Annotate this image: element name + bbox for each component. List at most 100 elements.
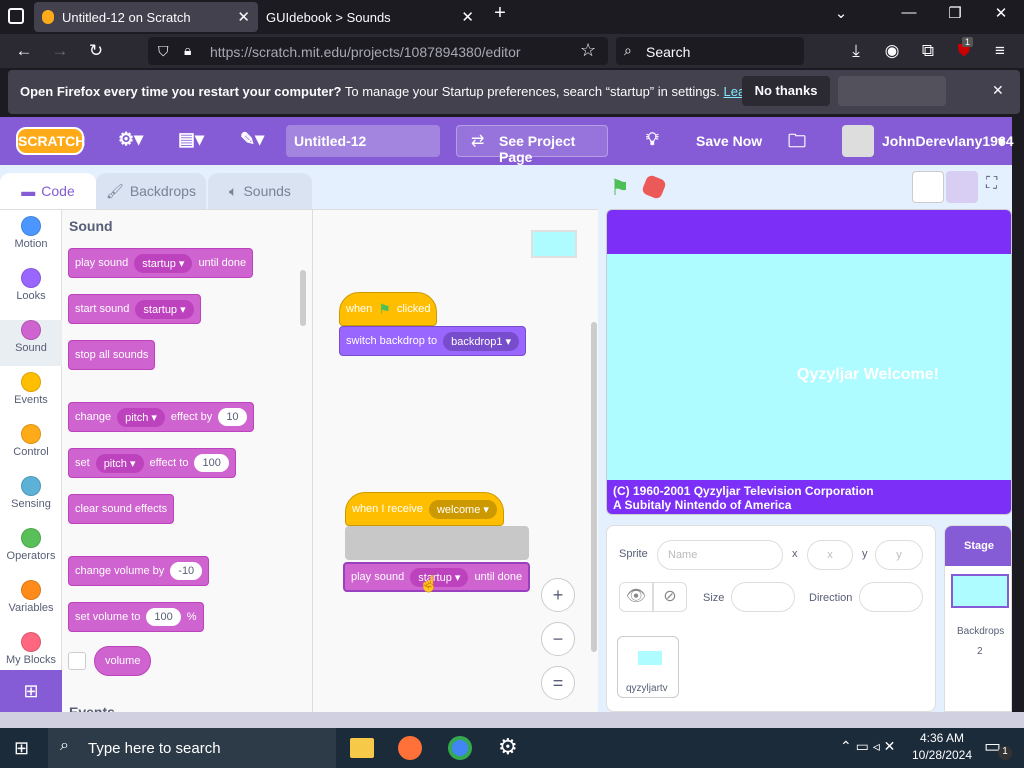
chrome-icon[interactable] [448,736,472,760]
y-input[interactable]: y [875,540,923,570]
palette-scrollbar[interactable] [300,270,306,326]
tab-sounds[interactable]: 🔈︎ Sounds [208,173,312,209]
forward-icon[interactable]: → [48,40,72,62]
file-explorer-icon[interactable] [350,738,374,758]
direction-input[interactable] [859,582,923,612]
set-effect-block[interactable]: set pitch ▾ effect to 100 [68,448,236,478]
change-effect-block[interactable]: change pitch ▾ effect by 10 [68,402,254,432]
system-tray-icons[interactable]: ⌃ ▭ ◃ ✕ [840,738,895,755]
close-tab-icon[interactable]: ✕ [237,8,250,26]
windows-start-icon[interactable]: ⊞ [14,738,29,759]
sprite-tile[interactable]: qyzyljartv [617,636,679,698]
category-variables[interactable]: Variables [0,580,62,626]
effect-dropdown[interactable]: pitch ▾ [117,407,165,427]
extensions-icon[interactable]: ⧉ [916,40,940,62]
effect-value-input[interactable]: 100 [194,454,229,472]
close-notification-icon[interactable]: ✕ [992,82,1004,99]
scratch-logo[interactable]: SCRATCH [16,127,85,155]
my-stuff-folder-icon[interactable]: 🗀︎ [788,129,806,159]
change-volume-block[interactable]: change volume by -10 [68,556,210,586]
category-events[interactable]: Events [0,372,62,418]
menu-icon[interactable]: ≡ [988,40,1012,62]
shield-icon[interactable]: ⛉ [158,43,169,60]
new-tab-icon[interactable]: + [485,2,515,25]
category-sound[interactable]: Sound [0,320,62,366]
small-stage-icon[interactable] [912,171,944,203]
no-thanks-button[interactable]: No thanks [742,76,830,106]
x-input[interactable]: x [807,540,853,570]
close-window-icon[interactable]: ✕ [986,4,1016,22]
file-menu-icon[interactable]: ▤▾ [178,129,204,150]
add-extension-button[interactable]: ⊞ [0,670,62,713]
tab-list-icon[interactable] [8,8,24,24]
settings-gear-icon[interactable]: ⚙ [498,734,518,760]
size-input[interactable] [731,582,795,612]
zoom-reset-button[interactable]: = [541,666,575,700]
clock-time[interactable]: 4:36 AM [914,731,970,745]
category-motion[interactable]: Motion [0,216,62,262]
search-bar[interactable]: ⌕ Search [616,37,804,65]
see-project-page-button[interactable]: ⇄ See Project Page [456,125,608,165]
project-title-input[interactable]: Untitled-12 [286,125,440,157]
tab-scratch[interactable]: Untitled-12 on Scratch ✕ [34,2,258,32]
edit-menu-icon[interactable]: ✎▾ [240,129,264,150]
minimize-icon[interactable]: — [894,4,924,21]
horizontal-scrollbar[interactable] [0,712,1024,728]
account-chevron-down-icon[interactable]: ▾ [998,133,1005,150]
lock-icon[interactable]: 🔒︎ [184,42,191,59]
set-volume-block[interactable]: set volume to 100% [68,602,204,632]
theme-bulb-icon[interactable]: 💡︎ [646,129,659,150]
effect-amount-input[interactable]: 10 [218,408,247,426]
downloads-icon[interactable]: ⤓ [844,40,868,62]
volume-value-input[interactable]: 100 [146,608,181,626]
volume-checkbox[interactable] [68,652,86,670]
firefox-icon[interactable] [398,736,422,760]
code-workspace[interactable]: when ⚑ clicked switch backdrop to backdrop1… [312,209,598,712]
show-sprite-eye-icon[interactable]: 👁︎ [619,582,653,612]
category-looks[interactable]: Looks [0,268,62,314]
backdrop-dropdown[interactable]: backdrop1 ▾ [443,331,520,351]
save-now-button[interactable]: Save Now [696,133,762,149]
reload-icon[interactable]: ↻ [84,40,108,62]
tab-code[interactable]: ▬ Code [0,173,96,209]
close-tab-icon[interactable]: ✕ [461,8,474,26]
stop-button[interactable] [640,173,668,201]
zoom-in-button[interactable]: + [541,578,575,612]
sound-dropdown[interactable]: startup ▾ [135,299,194,319]
effect-dropdown[interactable]: pitch ▾ [95,453,144,473]
play-sound-until-done-block[interactable]: play sound startup ▾ until done [68,248,254,278]
zoom-out-button[interactable]: − [541,622,575,656]
when-i-receive-hat-block[interactable]: when I receive welcome ▾ [345,492,504,526]
back-icon[interactable]: ← [12,40,36,62]
category-operators[interactable]: Operators [0,528,62,574]
volume-change-input[interactable]: -10 [170,562,203,580]
account-icon[interactable]: ◉ [880,40,904,62]
category-sensing[interactable]: Sensing [0,476,62,522]
stage-selector-pane[interactable]: Stage Backdrops 2 [944,525,1012,712]
taskbar-search-box[interactable]: ⌕ Type here to search [48,728,336,768]
category-control[interactable]: Control [0,424,62,470]
clock-date[interactable]: 10/28/2024 [910,748,974,762]
tab-backdrops[interactable]: 🖌︎ Backdrops [96,173,206,209]
switch-backdrop-block[interactable]: switch backdrop to backdrop1 ▾ [339,326,527,356]
url-bar[interactable]: ⛉ 🔒︎ https://scratch.mit.edu/projects/10… [148,37,608,65]
sprite-name-input[interactable]: Name [657,540,783,570]
when-flag-clicked-hat-block[interactable]: when ⚑ clicked [339,292,438,326]
list-all-tabs-icon[interactable]: ⌄ [826,4,856,22]
clear-sound-effects-block[interactable]: clear sound effects [68,494,175,524]
workspace-scrollbar[interactable] [591,322,597,652]
restore-icon[interactable]: ❐ [940,4,970,22]
hide-sprite-eye-icon[interactable]: ⊘ [653,582,687,612]
settings-menu-icon[interactable]: ⚙▾ [118,129,143,150]
green-flag-button[interactable]: ⚑ [610,175,630,201]
fullscreen-icon[interactable]: ⛶ [986,175,997,193]
tab-guidebook[interactable]: GUIdebook > Sounds ✕ [258,2,482,32]
start-sound-block[interactable]: start sound startup ▾ [68,294,201,324]
username[interactable]: JohnDerevlany1964 [882,133,1014,149]
sound-dropdown[interactable]: startup ▾ [134,253,193,273]
volume-reporter-block[interactable]: volume [94,646,152,676]
normal-stage-icon[interactable] [946,171,978,203]
set-startup-button[interactable] [838,76,946,106]
stop-all-sounds-block[interactable]: stop all sounds [68,340,156,370]
message-dropdown[interactable]: welcome ▾ [428,499,497,519]
